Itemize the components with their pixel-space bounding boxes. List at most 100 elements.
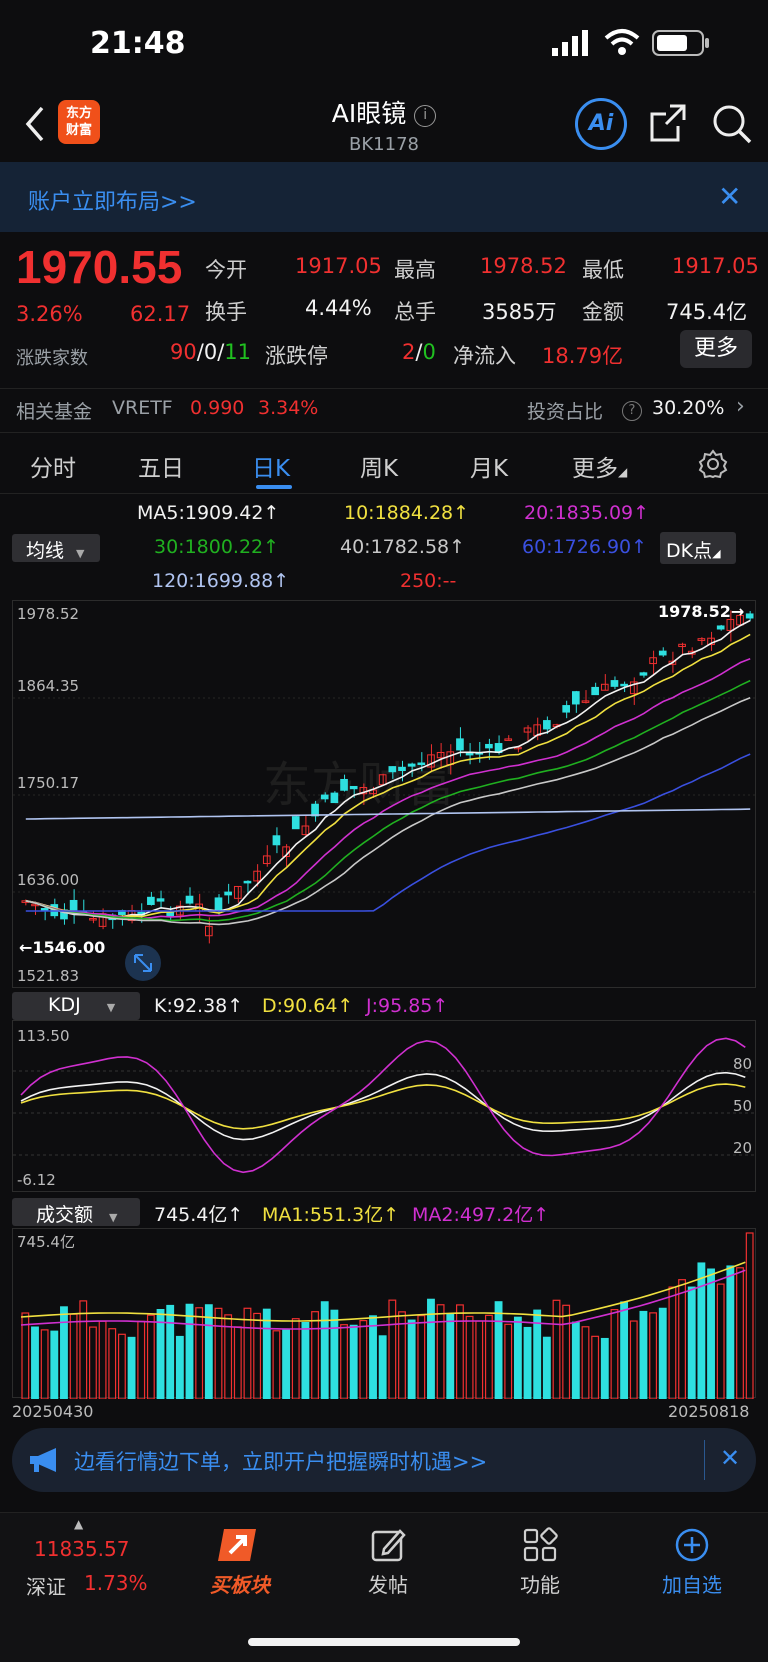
volume-value: 745.4亿↑ [154,1204,244,1226]
trade-promo-bar[interactable]: 边看行情边下单，立即开户把握瞬时机遇>> ✕ [12,1428,756,1492]
candle [716,624,725,631]
y-label-top: 1978.52 [17,605,79,623]
promo-divider [704,1440,705,1480]
volume-bar [649,1312,658,1400]
index-name[interactable]: 深证 [26,1571,66,1600]
home-indicator[interactable] [248,1638,520,1646]
volume-bar [542,1336,551,1400]
index-pct[interactable]: 1.73% [84,1571,148,1595]
index-value[interactable]: 11835.57 [34,1537,129,1561]
volume-bar [562,1304,571,1400]
kdj-svg: 113.50 80 50 20 -6.12 [13,1027,757,1189]
volume-bar [272,1330,281,1400]
candle [581,690,590,704]
volume-bar [571,1321,580,1400]
volume-bar [600,1337,609,1400]
candle [629,677,638,705]
volume-bar [214,1307,223,1400]
nav-functions[interactable]: 功能 [500,1527,580,1598]
caret-up-icon: ▲ [74,1517,84,1531]
header: 东方 财富 AI眼镜 i BK1178 Ai [0,90,768,160]
open-account-banner[interactable]: 账户立即布局>> ✕ [0,162,768,232]
volume-bar [146,1314,155,1400]
kdj-chart[interactable]: 113.50 80 50 20 -6.12 [12,1020,757,1192]
tab-intraday[interactable]: 分时 [30,449,76,483]
kdj-j-line [20,1037,746,1174]
nav-add-watchlist[interactable]: 加自选 [652,1527,732,1598]
volume-bar [687,1286,696,1400]
dk-point-button[interactable]: DK点◢ [660,532,736,564]
volume-ma1: MA1:551.3亿↑ [262,1204,400,1226]
high-label: 最高 [394,258,436,282]
help-icon[interactable]: ? [622,401,642,421]
ma30-legend: 30:1800.22↑ [154,536,280,558]
candlestick-chart[interactable]: 东方财富 1978.52 1864.35 1750.17 1636.00 152… [12,600,757,988]
volume-bar [745,1232,754,1400]
active-tab-indicator [256,485,292,489]
kdj-y-top: 113.50 [17,1027,70,1045]
tab-weekly-k[interactable]: 周K [360,449,398,483]
volume-bar [697,1262,706,1400]
volume-bar [668,1286,677,1400]
banner-close-button[interactable]: ✕ [718,180,741,213]
start-date: 20250430 [12,1402,94,1421]
ratio-value: 30.20% [652,397,725,419]
volume-bar [494,1301,503,1400]
candle [697,637,706,646]
volume-bar [678,1279,686,1400]
volume-bar [262,1308,271,1400]
candle [224,883,232,904]
volume-bar [658,1307,667,1400]
volume-bar [726,1265,735,1400]
more-button[interactable]: 更多 [680,330,752,368]
nav-buy-sector[interactable]: 买板块 [200,1527,280,1598]
kdj-d-line [20,1083,746,1130]
low-value: 1917.05 [672,254,759,278]
volume-bar [117,1333,126,1400]
indicator-select-volume[interactable]: 成交额 ▼ [12,1198,140,1226]
tab-daily-k[interactable]: 日K [252,449,290,483]
kdj-y-bottom: -6.12 [17,1171,56,1189]
promo-close-button[interactable]: ✕ [720,1444,740,1472]
kdj-y-50: 50 [733,1097,752,1115]
open-value: 1917.05 [295,254,382,278]
banner-text[interactable]: 账户立即布局>> [28,184,197,216]
indicator-select-kdj[interactable]: KDJ ▼ [12,992,140,1020]
volume-bar [195,1307,204,1400]
search-icon[interactable] [710,102,754,146]
volume-bar [349,1324,358,1400]
ma20-legend: 20:1835.09↑ [524,502,650,524]
volume-bar [98,1320,107,1400]
candle [31,903,39,915]
share-icon[interactable] [648,102,688,144]
ma5-legend: MA5:1909.42↑ [137,502,280,524]
volume-ma1-line [20,1261,746,1322]
volume-bar [243,1307,252,1400]
info-icon[interactable]: i [414,105,437,127]
volume-bar [40,1329,49,1400]
limit-label: 涨跌停 [265,344,328,368]
nav-post[interactable]: 发帖 [348,1527,428,1598]
ma40-legend: 40:1782.58↑ [340,536,466,558]
settings-gear-icon[interactable] [698,449,728,479]
volume-bar [465,1315,474,1400]
kdj-k-value: K:92.38↑ [154,995,244,1017]
volume-bar [233,1326,242,1400]
volume-bar [253,1312,262,1400]
candle [523,725,532,741]
volume-bar [369,1315,377,1400]
tab-five-day[interactable]: 五日 [138,449,184,483]
ma60-legend: 60:1726.90↑ [522,536,648,558]
battery-icon [652,30,709,56]
ai-assistant-button[interactable]: Ai [575,98,627,150]
volume-bar [639,1310,648,1400]
indicator-select-ma[interactable]: 均线 ▼ [12,534,100,562]
kdj-d-value: D:90.64↑ [262,995,354,1017]
max-marker: 1978.52→ [658,602,744,621]
promo-text[interactable]: 边看行情边下单，立即开户把握瞬时机遇>> [74,1446,487,1476]
volume-bar [320,1301,329,1400]
related-fund-row[interactable]: 相关基金 VRETF 0.990 3.34% 投资占比 ? 30.20% › [0,388,768,432]
tab-more[interactable]: 更多◢ [572,449,627,483]
tab-monthly-k[interactable]: 月K [470,449,508,483]
volume-chart[interactable]: 745.4亿 [12,1228,756,1400]
